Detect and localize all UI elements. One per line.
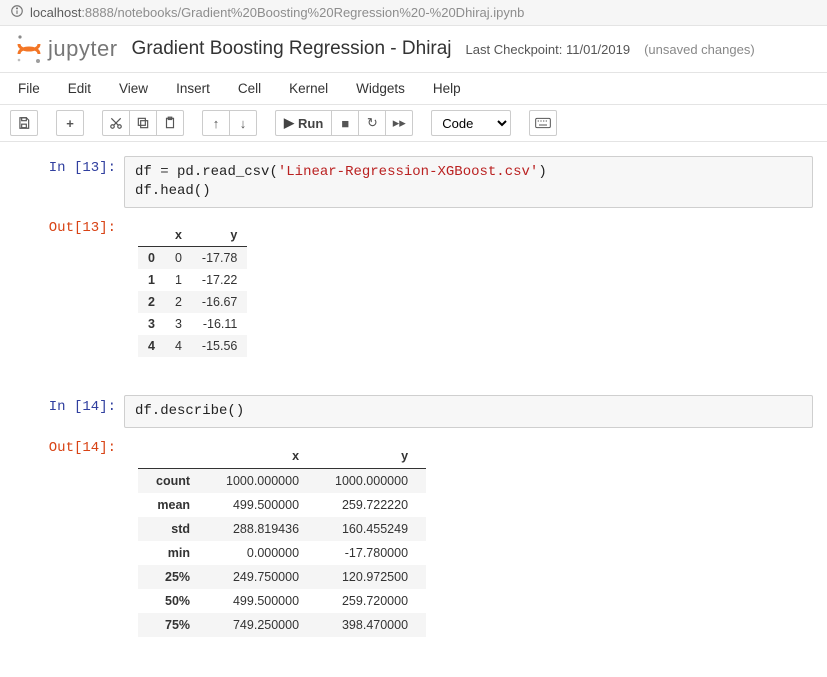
menu-file[interactable]: File	[18, 81, 40, 96]
code-cell[interactable]: In [13]: df = pd.read_csv('Linear-Regres…	[0, 152, 827, 212]
stop-button[interactable]: ■	[331, 110, 359, 136]
copy-icon	[136, 116, 150, 130]
paste-icon	[163, 116, 177, 130]
output-area: x y count1000.0000001000.000000 mean499.…	[124, 436, 813, 653]
unsaved-label: (unsaved changes)	[644, 42, 755, 57]
jupyter-logo[interactable]: jupyter	[16, 34, 118, 64]
brand-text: jupyter	[48, 36, 118, 62]
add-icon: +	[66, 116, 74, 131]
code-cell[interactable]: In [14]: df.describe()	[0, 391, 827, 432]
table-row: 11-17.22	[138, 269, 247, 291]
fast-forward-icon: ▸▸	[393, 115, 406, 131]
url-path: /notebooks/Gradient%20Boosting%20Regress…	[114, 5, 524, 20]
move-up-button[interactable]: ↑	[202, 110, 230, 136]
header: jupyter Gradient Boosting Regression - D…	[0, 26, 827, 72]
table-row: 44-15.56	[138, 335, 247, 357]
menu-cell[interactable]: Cell	[238, 81, 261, 96]
output-prompt: Out[13]:	[14, 216, 124, 373]
menu-kernel[interactable]: Kernel	[289, 81, 328, 96]
info-icon	[10, 4, 24, 21]
table-row: 75%749.250000398.470000	[138, 613, 426, 637]
menu-view[interactable]: View	[119, 81, 148, 96]
table-row: 00-17.78	[138, 246, 247, 269]
run-icon: ▶	[284, 115, 294, 131]
url-port: :8888	[81, 5, 114, 20]
output-cell: Out[13]: x y 00-17.78 11-17.22 22-16.67 …	[0, 212, 827, 377]
add-cell-button[interactable]: +	[56, 110, 84, 136]
menu-insert[interactable]: Insert	[176, 81, 210, 96]
table-row: 50%499.500000259.720000	[138, 589, 426, 613]
restart-icon: ↻	[367, 115, 378, 131]
output-area: x y 00-17.78 11-17.22 22-16.67 33-16.11 …	[124, 216, 813, 373]
menu-widgets[interactable]: Widgets	[356, 81, 405, 96]
checkpoint-label: Last Checkpoint: 11/01/2019	[466, 42, 631, 57]
col-header: x	[165, 224, 192, 247]
down-icon: ↓	[240, 116, 247, 131]
jupyter-icon	[16, 34, 42, 64]
keyboard-icon	[535, 117, 551, 129]
menu-help[interactable]: Help	[433, 81, 461, 96]
dataframe-table: x y 00-17.78 11-17.22 22-16.67 33-16.11 …	[138, 224, 247, 357]
table-row: std288.819436160.455249	[138, 517, 426, 541]
copy-button[interactable]	[129, 110, 157, 136]
table-row: 22-16.67	[138, 291, 247, 313]
restart-button[interactable]: ↻	[358, 110, 386, 136]
table-row: mean499.500000259.722220	[138, 493, 426, 517]
cell-type-select[interactable]: Code	[431, 110, 511, 136]
code-input[interactable]: df = pd.read_csv('Linear-Regression-XGBo…	[124, 156, 813, 208]
save-icon	[17, 116, 31, 130]
cut-icon	[109, 116, 123, 130]
col-header: y	[192, 224, 247, 247]
restart-run-all-button[interactable]: ▸▸	[385, 110, 413, 136]
table-row: min0.000000-17.780000	[138, 541, 426, 565]
input-prompt: In [13]:	[14, 156, 124, 208]
toolbar: + ↑ ↓ ▶ Run ■ ↻ ▸▸ Code	[0, 105, 827, 142]
cut-button[interactable]	[102, 110, 130, 136]
table-row: 33-16.11	[138, 313, 247, 335]
notebook-title[interactable]: Gradient Boosting Regression - Dhiraj	[132, 38, 452, 60]
command-palette-button[interactable]	[529, 110, 557, 136]
run-button[interactable]: ▶ Run	[275, 110, 332, 136]
input-prompt: In [14]:	[14, 395, 124, 428]
save-button[interactable]	[10, 110, 38, 136]
notebook-area: In [13]: df = pd.read_csv('Linear-Regres…	[0, 142, 827, 677]
dataframe-table: x y count1000.0000001000.000000 mean499.…	[138, 444, 426, 637]
menu-edit[interactable]: Edit	[68, 81, 91, 96]
output-prompt: Out[14]:	[14, 436, 124, 653]
output-cell: Out[14]: x y count1000.0000001000.000000…	[0, 432, 827, 657]
url-host: localhost	[30, 5, 81, 20]
up-icon: ↑	[213, 116, 220, 131]
table-row: count1000.0000001000.000000	[138, 468, 426, 493]
paste-button[interactable]	[156, 110, 184, 136]
col-header: x	[208, 444, 317, 469]
run-label: Run	[298, 116, 323, 131]
col-header: y	[317, 444, 426, 469]
menubar: File Edit View Insert Cell Kernel Widget…	[0, 72, 827, 105]
table-row: 25%249.750000120.972500	[138, 565, 426, 589]
address-bar: localhost:8888/notebooks/Gradient%20Boos…	[0, 0, 827, 26]
move-down-button[interactable]: ↓	[229, 110, 257, 136]
stop-icon: ■	[341, 116, 349, 131]
code-input[interactable]: df.describe()	[124, 395, 813, 428]
